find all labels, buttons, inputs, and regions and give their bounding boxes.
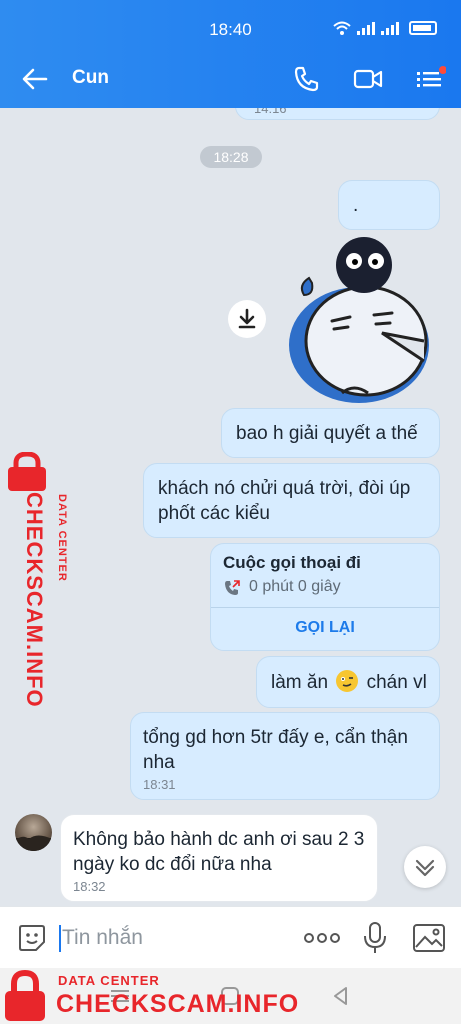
call-divider xyxy=(211,607,439,608)
lock-icon xyxy=(5,970,45,1021)
message-bubble-partial[interactable]: 14:16 xyxy=(235,108,440,120)
message-text: làm ăn xyxy=(271,672,329,693)
message-time: 18:31 xyxy=(143,777,176,792)
scroll-down-button[interactable] xyxy=(404,846,446,888)
video-call-icon[interactable] xyxy=(352,63,384,95)
message-bubble-out[interactable]: khách nó chửi quá trời, đòi úp phốt các … xyxy=(143,463,440,538)
back-nav-icon[interactable] xyxy=(330,985,352,1007)
status-bar: 18:40 xyxy=(0,0,461,50)
lock-icon xyxy=(8,452,46,491)
message-text: khách nó chửi quá trời, đòi úp phốt các … xyxy=(158,478,411,524)
call-card[interactable]: Cuộc gọi thoại đi 0 phút 0 giây GỌI LẠI xyxy=(210,543,440,651)
double-chevron-down-icon xyxy=(415,859,435,877)
message-text: chán vl xyxy=(366,672,427,693)
message-bubble-out[interactable]: làm ăn chán vl xyxy=(256,656,440,708)
image-gallery-icon[interactable] xyxy=(412,922,446,954)
status-icons xyxy=(333,21,437,35)
date-separator: 18:28 xyxy=(200,146,262,168)
message-text: Không bảo hành dc anh ơi sau 2 3 ngày ko… xyxy=(73,829,365,875)
watermark-big-text: CHECKSCAM.INFO xyxy=(56,990,300,1018)
back-arrow-icon[interactable] xyxy=(20,64,50,94)
watermark-big-text: CHECKSCAM.INFO xyxy=(22,492,47,708)
signal-icon-2 xyxy=(381,22,399,35)
call-back-button[interactable]: GỌI LẠI xyxy=(211,619,439,637)
wifi-icon xyxy=(333,21,351,35)
watermark-side: CHECKSCAM.INFO DATA CENTER xyxy=(2,452,68,708)
battery-icon xyxy=(409,21,437,35)
signal-icon xyxy=(357,22,375,35)
outgoing-call-icon xyxy=(225,580,240,595)
message-time: 18:32 xyxy=(73,879,106,894)
sticker-image[interactable] xyxy=(284,233,444,403)
chat-header: Cun xyxy=(0,50,461,108)
message-text: bao h giải quyết a thế xyxy=(236,423,418,444)
contact-avatar[interactable] xyxy=(15,814,52,851)
watermark-small-text: DATA CENTER xyxy=(58,973,160,988)
menu-list-icon[interactable] xyxy=(414,63,446,95)
message-text: . xyxy=(353,195,359,216)
watermark-small-text: DATA CENTER xyxy=(56,494,68,582)
smirk-emoji-icon xyxy=(336,670,359,692)
phone-icon[interactable] xyxy=(291,63,323,95)
message-input[interactable]: Tin nhắn xyxy=(62,926,143,950)
download-button[interactable] xyxy=(228,300,266,338)
contact-name[interactable]: Cun xyxy=(72,67,109,89)
chat-area[interactable]: 14:16 18:28 . bao h giải quyết a thế khá… xyxy=(0,108,461,906)
download-icon xyxy=(238,308,256,329)
message-time: 14:16 xyxy=(254,108,287,116)
call-duration: 0 phút 0 giây xyxy=(249,578,341,595)
call-title: Cuộc gọi thoại đi xyxy=(223,553,361,572)
message-bubble-out[interactable]: tổng gd hơn 5tr đấy e, cẩn thận nha 18:3… xyxy=(130,712,440,800)
message-input-bar: Tin nhắn xyxy=(0,906,461,968)
message-bubble-out[interactable]: . xyxy=(338,180,440,230)
microphone-icon[interactable] xyxy=(361,921,389,955)
message-text: tổng gd hơn 5tr đấy e, cẩn thận nha xyxy=(143,727,408,773)
message-bubble-out[interactable]: bao h giải quyết a thế xyxy=(221,408,440,458)
text-caret xyxy=(59,925,61,952)
message-bubble-in[interactable]: Không bảo hành dc anh ơi sau 2 3 ngày ko… xyxy=(60,814,378,902)
sticker-icon[interactable] xyxy=(16,922,48,954)
more-options-icon[interactable] xyxy=(302,927,342,949)
